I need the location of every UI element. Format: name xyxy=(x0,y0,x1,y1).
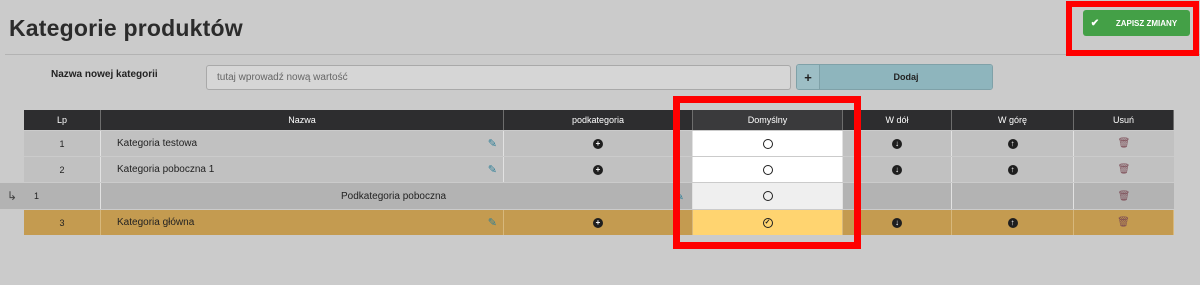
table-header-row: Lp Nazwa podkategoria Domyślny W dół W g… xyxy=(24,110,1174,130)
table-row: 1 Kategoria testowa ✎ + ↓ ↑ 🗑 xyxy=(24,131,1174,156)
table-row-selected: 3 Kategoria główna ✎ + ✓ ↓ ↑ 🗑 xyxy=(24,210,1174,235)
row-lp: 1 xyxy=(24,131,101,156)
title-divider xyxy=(5,54,1200,55)
add-subcategory-cell: + xyxy=(504,210,693,235)
arrow-up-circle-icon[interactable]: ↑ xyxy=(1007,164,1018,175)
plus-circle-icon[interactable]: + xyxy=(593,217,603,228)
delete-cell: 🗑 xyxy=(1074,131,1174,156)
table-row-child: ↳ 1 Podkategoria poboczna ✎ 🗑 xyxy=(0,183,1174,209)
row-name-cell: Podkategoria poboczna ✎ xyxy=(101,183,693,209)
row-name: Kategoria poboczna 1 xyxy=(117,164,215,175)
move-up-cell: ↑ xyxy=(952,157,1074,182)
default-column-highlight xyxy=(673,96,861,249)
move-up-cell: ↑ xyxy=(952,131,1074,156)
delete-cell: 🗑 xyxy=(1074,183,1174,209)
row-name-cell: Kategoria główna ✎ xyxy=(101,210,504,235)
child-arrow-icon: ↳ xyxy=(6,189,18,203)
trash-icon[interactable]: 🗑 xyxy=(1118,164,1131,175)
pencil-icon[interactable]: ✎ xyxy=(488,216,497,229)
delete-cell: 🗑 xyxy=(1074,210,1174,235)
pencil-icon[interactable]: ✎ xyxy=(488,163,497,176)
header-lp: Lp xyxy=(24,110,101,130)
arrow-down-circle-icon[interactable]: ↓ xyxy=(892,138,902,149)
row-name: Podkategoria poboczna xyxy=(341,190,447,202)
trash-icon[interactable]: 🗑 xyxy=(1118,138,1131,149)
header-name: Nazwa xyxy=(101,110,504,130)
row-name-cell: Kategoria poboczna 1 ✎ xyxy=(101,157,504,182)
move-up-cell: ↑ xyxy=(952,210,1074,235)
plus-circle-icon[interactable]: + xyxy=(593,164,603,175)
page-title: Kategorie produktów xyxy=(9,15,243,41)
header-subcategory: podkategoria xyxy=(504,110,693,130)
table-row: 2 Kategoria poboczna 1 ✎ + ↓ ↑ 🗑 xyxy=(24,157,1174,182)
row-lp: 2 xyxy=(24,157,101,182)
trash-icon[interactable]: 🗑 xyxy=(1117,217,1130,228)
trash-icon[interactable]: 🗑 xyxy=(1118,191,1131,202)
row-lp: 3 xyxy=(24,210,101,235)
row-lp: 1 xyxy=(24,183,101,209)
row-name: Kategoria testowa xyxy=(117,138,198,149)
plus-circle-icon[interactable]: + xyxy=(593,138,603,149)
plus-icon: + xyxy=(797,65,820,89)
add-subcategory-cell: + xyxy=(504,131,693,156)
add-subcategory-cell: + xyxy=(504,157,693,182)
arrow-down-circle-icon[interactable]: ↓ xyxy=(892,164,902,175)
add-category-button[interactable]: + Dodaj xyxy=(796,64,993,90)
move-up-cell xyxy=(952,183,1074,209)
row-name-cell: Kategoria testowa ✎ xyxy=(101,131,504,156)
new-category-label: Nazwa nowej kategorii xyxy=(51,69,158,80)
arrow-up-circle-icon[interactable]: ↑ xyxy=(1007,138,1018,149)
save-button-highlight xyxy=(1066,1,1199,56)
add-category-label: Dodaj xyxy=(820,65,992,89)
arrow-down-circle-icon[interactable]: ↓ xyxy=(892,217,902,228)
header-delete: Usuń xyxy=(1074,110,1174,130)
pencil-icon[interactable]: ✎ xyxy=(488,137,497,150)
delete-cell: 🗑 xyxy=(1074,157,1174,182)
row-name: Kategoria główna xyxy=(117,217,195,228)
header-move-up: W górę xyxy=(952,110,1074,130)
new-category-input[interactable] xyxy=(206,65,791,90)
arrow-up-circle-icon[interactable]: ↑ xyxy=(1007,217,1018,228)
